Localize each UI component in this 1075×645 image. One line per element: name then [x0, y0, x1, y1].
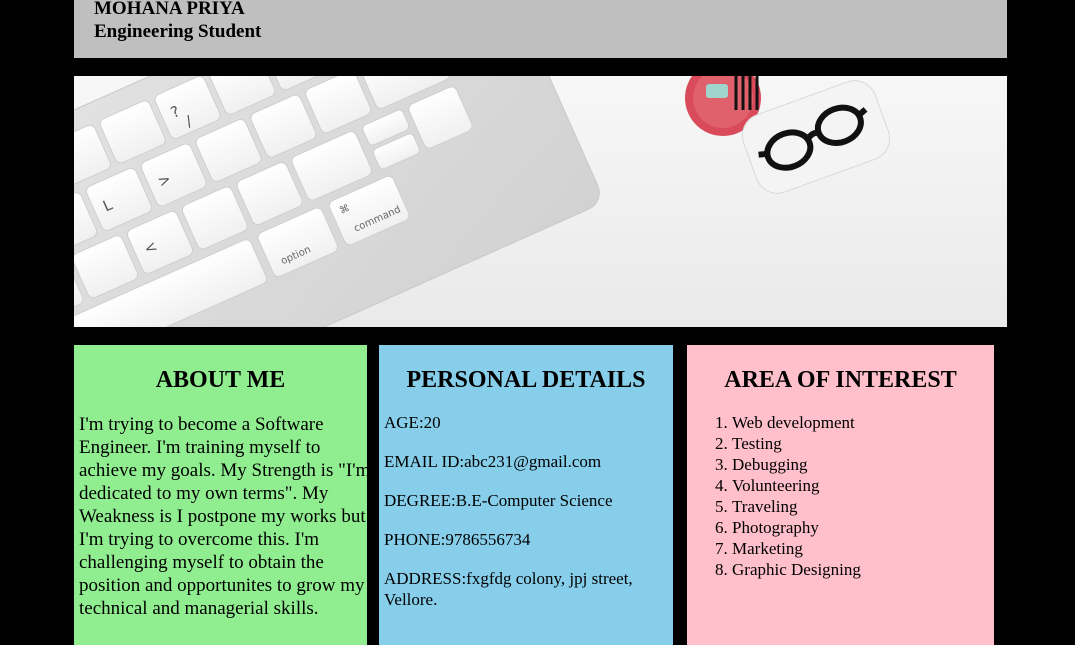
profile-role: Engineering Student	[94, 21, 262, 42]
profile-name: MOHANA PRIYA	[94, 0, 245, 19]
age-field: AGE:20	[384, 413, 441, 432]
about-me-heading: ABOUT ME	[155, 367, 286, 393]
interest-item: Debugging	[732, 454, 861, 475]
keyboard-desk-photo: O L K M N J ? / > < option command ⌘	[74, 76, 891, 327]
area-of-interest-panel: AREA OF INTEREST Web development Testing…	[687, 345, 994, 645]
degree-field: DEGREE:B.E-Computer Science	[384, 491, 613, 510]
personal-details-panel: PERSONAL DETAILS AGE:20 EMAIL ID:abc231@…	[379, 345, 673, 645]
area-of-interest-heading: AREA OF INTEREST	[724, 367, 957, 393]
personal-details-heading: PERSONAL DETAILS	[406, 367, 646, 393]
address-field: ADDRESS:fxgfdg colony, jpj street, Vello…	[384, 569, 633, 609]
interest-item: Volunteering	[732, 475, 861, 496]
phone-field: PHONE:9786556734	[384, 530, 531, 549]
interest-item: Testing	[732, 433, 861, 454]
header: MOHANA PRIYA Engineering Student	[74, 0, 1007, 58]
keyboard: O L K M N J ? / > < option command ⌘	[74, 76, 600, 327]
email-field: EMAIL ID:abc231@gmail.com	[384, 452, 602, 471]
interest-list: Web development Testing Debugging Volunt…	[693, 412, 861, 580]
interest-item: Graphic Designing	[732, 559, 861, 580]
interest-item: Marketing	[732, 538, 861, 559]
interest-item: Web development	[732, 412, 861, 433]
interest-item: Traveling	[732, 496, 861, 517]
about-me-panel: ABOUT ME I'm trying to become a Software…	[74, 345, 367, 645]
about-me-text: I'm trying to become a Software Engineer…	[79, 414, 367, 619]
banner-image: O L K M N J ? / > < option command ⌘	[74, 76, 1007, 327]
interest-item: Photography	[732, 517, 861, 538]
